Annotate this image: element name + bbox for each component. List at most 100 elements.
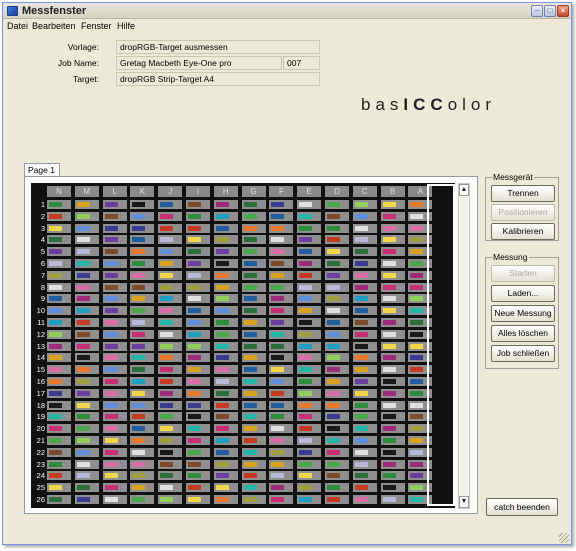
patch-cell[interactable] bbox=[186, 235, 210, 245]
patch-cell[interactable] bbox=[241, 495, 266, 504]
patch-cell[interactable] bbox=[102, 247, 127, 257]
patch-cell[interactable] bbox=[352, 341, 377, 351]
patch-cell[interactable] bbox=[186, 400, 210, 410]
patch-cell[interactable] bbox=[269, 329, 294, 339]
patch-cell[interactable] bbox=[297, 400, 322, 410]
patch-cell[interactable] bbox=[352, 471, 377, 481]
patch-cell[interactable] bbox=[241, 270, 266, 280]
patch-cell[interactable] bbox=[186, 471, 210, 481]
patch-cell[interactable] bbox=[325, 270, 349, 280]
patch-cell[interactable] bbox=[47, 459, 71, 469]
patch-cell[interactable] bbox=[130, 235, 155, 245]
patch-cell[interactable] bbox=[325, 341, 349, 351]
patch-cell[interactable] bbox=[241, 400, 266, 410]
patch-cell[interactable] bbox=[158, 377, 183, 386]
patch-cell[interactable] bbox=[74, 483, 99, 493]
patch-cell[interactable] bbox=[352, 329, 377, 339]
patch-cell[interactable] bbox=[380, 436, 405, 445]
patch-cell[interactable] bbox=[297, 447, 322, 457]
patch-cell[interactable] bbox=[213, 495, 238, 504]
patch-cell[interactable] bbox=[352, 294, 377, 304]
patch-cell[interactable] bbox=[380, 400, 405, 410]
patch-cell[interactable] bbox=[241, 294, 266, 304]
patch-cell[interactable] bbox=[74, 294, 99, 304]
patch-cell[interactable] bbox=[380, 495, 405, 504]
patch-cell[interactable] bbox=[325, 365, 349, 375]
patch-cell[interactable] bbox=[130, 200, 155, 209]
patch-cell[interactable] bbox=[102, 329, 127, 339]
patch-cell[interactable] bbox=[352, 400, 377, 410]
patch-cell[interactable] bbox=[380, 200, 405, 209]
patch-cell[interactable] bbox=[74, 388, 99, 398]
patch-cell[interactable] bbox=[352, 377, 377, 386]
column-header[interactable]: M bbox=[74, 186, 99, 197]
patch-cell[interactable] bbox=[74, 282, 99, 292]
patch-cell[interactable] bbox=[297, 259, 322, 268]
patch-cell[interactable] bbox=[325, 388, 349, 398]
patch-cell[interactable] bbox=[74, 400, 99, 410]
minimize-button[interactable]: – bbox=[531, 5, 543, 17]
patch-cell[interactable] bbox=[380, 318, 405, 327]
patch-cell[interactable] bbox=[102, 306, 127, 316]
patch-cell[interactable] bbox=[102, 211, 127, 221]
patch-cell[interactable] bbox=[130, 377, 155, 386]
patch-cell[interactable] bbox=[74, 436, 99, 445]
patch-cell[interactable] bbox=[297, 318, 322, 327]
patch-cell[interactable] bbox=[380, 483, 405, 493]
patch-cell[interactable] bbox=[130, 306, 155, 316]
patch-cell[interactable] bbox=[269, 483, 294, 493]
column-header[interactable]: I bbox=[186, 186, 210, 197]
patch-cell[interactable] bbox=[241, 282, 266, 292]
kalibrieren-button[interactable]: Kalibrieren bbox=[491, 223, 555, 240]
patch-cell[interactable] bbox=[352, 412, 377, 422]
patch-cell[interactable] bbox=[47, 235, 71, 245]
patch-cell[interactable] bbox=[47, 353, 71, 363]
patch-cell[interactable] bbox=[158, 318, 183, 327]
patch-cell[interactable] bbox=[74, 377, 99, 386]
patch-cell[interactable] bbox=[186, 259, 210, 268]
patch-cell[interactable] bbox=[102, 365, 127, 375]
patch-cell[interactable] bbox=[130, 329, 155, 339]
patch-cell[interactable] bbox=[297, 353, 322, 363]
patch-cell[interactable] bbox=[213, 341, 238, 351]
patch-cell[interactable] bbox=[269, 400, 294, 410]
patch-cell[interactable] bbox=[241, 447, 266, 457]
patch-cell[interactable] bbox=[130, 459, 155, 469]
patch-cell[interactable] bbox=[74, 223, 99, 233]
patch-cell[interactable] bbox=[130, 223, 155, 233]
patch-cell[interactable] bbox=[186, 294, 210, 304]
patch-cell[interactable] bbox=[130, 388, 155, 398]
patch-cell[interactable] bbox=[297, 341, 322, 351]
patch-cell[interactable] bbox=[297, 483, 322, 493]
patch-cell[interactable] bbox=[325, 200, 349, 209]
patch-cell[interactable] bbox=[269, 247, 294, 257]
patch-cell[interactable] bbox=[380, 388, 405, 398]
patch-cell[interactable] bbox=[380, 247, 405, 257]
patch-cell[interactable] bbox=[325, 294, 349, 304]
patch-cell[interactable] bbox=[297, 294, 322, 304]
patch-cell[interactable] bbox=[47, 247, 71, 257]
patch-cell[interactable] bbox=[102, 483, 127, 493]
patch-cell[interactable] bbox=[158, 365, 183, 375]
patch-cell[interactable] bbox=[380, 270, 405, 280]
patch-cell[interactable] bbox=[47, 211, 71, 221]
patch-cell[interactable] bbox=[297, 412, 322, 422]
patch-cell[interactable] bbox=[74, 270, 99, 280]
patch-cell[interactable] bbox=[74, 200, 99, 209]
patch-cell[interactable] bbox=[241, 259, 266, 268]
patch-cell[interactable] bbox=[74, 341, 99, 351]
patch-cell[interactable] bbox=[213, 377, 238, 386]
patch-cell[interactable] bbox=[241, 377, 266, 386]
patch-cell[interactable] bbox=[47, 424, 71, 434]
patch-cell[interactable] bbox=[352, 353, 377, 363]
patch-cell[interactable] bbox=[380, 211, 405, 221]
job-schliessen-button[interactable]: Job schließen bbox=[491, 345, 555, 362]
patch-cell[interactable] bbox=[102, 377, 127, 386]
patch-cell[interactable] bbox=[352, 259, 377, 268]
patch-cell[interactable] bbox=[186, 495, 210, 504]
patch-cell[interactable] bbox=[325, 211, 349, 221]
patch-cell[interactable] bbox=[158, 459, 183, 469]
patch-cell[interactable] bbox=[213, 483, 238, 493]
patch-cell[interactable] bbox=[269, 447, 294, 457]
patch-cell[interactable] bbox=[47, 306, 71, 316]
